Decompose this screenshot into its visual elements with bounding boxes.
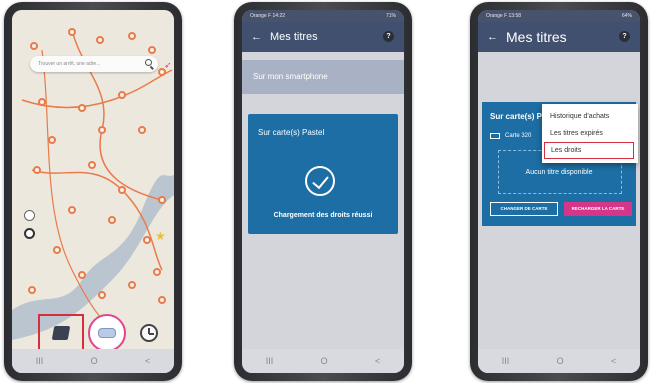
clock-icon[interactable]: [140, 324, 158, 342]
star-icon: ★: [155, 229, 166, 243]
app-bar: ← Mes titres ?: [478, 22, 640, 52]
smartphone-section[interactable]: Sur mon smartphone: [242, 60, 404, 94]
directions-icon[interactable]: ➶: [164, 60, 172, 71]
mes-titres-screen: Orange F 14:22 71% ← Mes titres ? Sur mo…: [242, 10, 404, 373]
menu-item-rights[interactable]: Les droits: [544, 142, 634, 159]
locate-icon[interactable]: [24, 228, 35, 239]
content-area: Sur mon smartphone Sur carte(s) Pastel C…: [242, 52, 404, 349]
search-input[interactable]: Trouver un arrêt, une adre...: [30, 56, 158, 72]
phone-menu: Orange F 13:58 64% ← Mes titres ? Sur ca…: [470, 2, 648, 381]
mes-titres-menu-screen: Orange F 13:58 64% ← Mes titres ? Sur ca…: [478, 10, 640, 373]
ticket-icon: [51, 326, 71, 340]
pastel-card-panel: Sur carte(s) Pastel Chargement des droit…: [248, 114, 398, 234]
status-left: Orange F 13:58: [486, 13, 522, 19]
recent-apps-button[interactable]: III: [36, 356, 44, 366]
system-nav-bar: III O <: [478, 349, 640, 373]
content-area: Sur carte(s) P Carte 320 Aucun titre dis…: [478, 52, 640, 349]
status-bar: Orange F 13:58 64%: [478, 10, 640, 22]
menu-item-purchase-history[interactable]: Historique d'achats: [542, 108, 638, 125]
search-icon: [145, 59, 152, 66]
app-bar: ← Mes titres ?: [242, 22, 404, 52]
card-section-label: Sur carte(s) Pastel: [258, 128, 325, 137]
help-icon[interactable]: ?: [619, 31, 630, 42]
card-icon: [490, 133, 500, 139]
help-icon[interactable]: ?: [383, 31, 394, 42]
recent-apps-button[interactable]: III: [502, 356, 510, 366]
back-button[interactable]: <: [611, 356, 616, 366]
home-button[interactable]: O: [91, 356, 98, 366]
page-title: Mes titres: [506, 29, 567, 45]
card-icon: [98, 328, 116, 338]
back-arrow-icon[interactable]: ←: [487, 31, 498, 43]
status-right: 71%: [385, 13, 396, 19]
reload-card-button[interactable]: RECHARGER LA CARTE: [564, 202, 632, 216]
phone-map: ★ Trouver un arrêt, une adre... ➶ III O …: [4, 2, 182, 381]
menu-item-expired-tickets[interactable]: Les titres expirés: [542, 125, 638, 142]
back-button[interactable]: <: [375, 356, 380, 366]
back-button[interactable]: <: [145, 356, 150, 366]
home-button[interactable]: O: [557, 356, 564, 366]
phone-success: Orange F 14:22 71% ← Mes titres ? Sur mo…: [234, 2, 412, 381]
overflow-menu: Historique d'achats Les titres expirés L…: [542, 104, 638, 163]
success-message: Chargement des droits réussi: [273, 212, 373, 219]
card-id-row: Carte 320: [490, 133, 531, 139]
status-bar: Orange F 14:22 71%: [242, 10, 404, 22]
check-circle-icon: [305, 166, 335, 196]
recent-apps-button[interactable]: III: [266, 356, 274, 366]
home-button[interactable]: O: [321, 356, 328, 366]
layers-icon[interactable]: [24, 210, 35, 221]
map-screen: ★ Trouver un arrêt, une adre... ➶ III O …: [12, 10, 174, 373]
back-arrow-icon[interactable]: ←: [251, 31, 262, 43]
system-nav-bar: III O <: [242, 349, 404, 373]
status-left: Orange F 14:22: [250, 13, 286, 19]
tickets-button[interactable]: [38, 314, 84, 352]
card-section-label: Sur carte(s) P: [490, 112, 543, 121]
page-title: Mes titres: [270, 31, 318, 43]
status-right: 64%: [621, 13, 632, 19]
system-nav-bar: III O <: [12, 349, 174, 373]
pass-card-button[interactable]: [88, 314, 126, 352]
search-placeholder: Trouver un arrêt, une adre...: [38, 61, 101, 67]
change-card-button[interactable]: CHANGER DE CARTE: [490, 202, 558, 216]
empty-message: Aucun titre disponible: [525, 169, 593, 176]
card-id-text: Carte 320: [505, 133, 532, 139]
